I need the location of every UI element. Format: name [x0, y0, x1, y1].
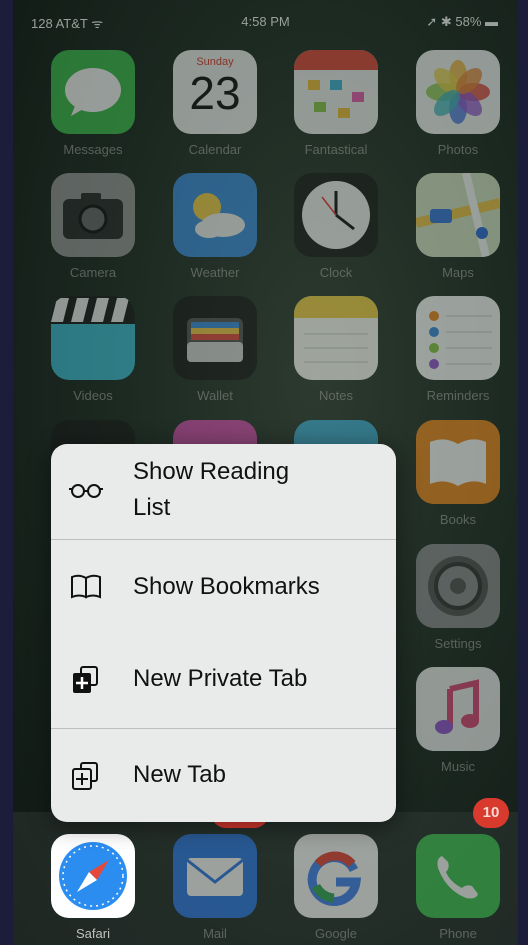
reminders-label: Reminders	[426, 388, 490, 403]
reading-list-label-line2: List	[133, 494, 171, 521]
messages-icon	[65, 68, 121, 116]
phone-icon	[437, 856, 478, 899]
mail-label: Mail	[203, 926, 227, 941]
new-tab-label: New Tab	[133, 761, 226, 788]
weather-app-icon[interactable]	[173, 173, 257, 257]
photos-app-icon[interactable]	[416, 50, 500, 134]
music-app-icon[interactable]	[416, 667, 500, 751]
fantastical-app-icon[interactable]	[294, 50, 378, 134]
device-frame: 128 AT&T ᯤ 4:58 PM ➚ ✱ 58% ▬ Messages Su…	[0, 0, 528, 945]
calendar-label: Calendar	[188, 142, 242, 157]
safari-label: Safari	[76, 926, 110, 941]
maps-icon	[416, 173, 500, 257]
fantastical-icon	[294, 50, 378, 118]
reading-list-label-line1: Show Reading	[133, 458, 290, 485]
videos-label: Videos	[73, 388, 113, 403]
notes-app-icon[interactable]	[294, 296, 378, 380]
safari-icon	[59, 842, 127, 910]
wallet-icon	[187, 318, 243, 362]
books-label: Books	[439, 512, 477, 527]
private-tab-icon	[73, 666, 98, 693]
fantastical-label: Fantastical	[304, 142, 368, 157]
private-tab-label: New Private Tab	[133, 665, 308, 692]
videos-app-icon[interactable]	[51, 296, 135, 380]
notes-label: Notes	[319, 388, 353, 403]
weather-label: Weather	[190, 265, 240, 280]
new-private-tab-action[interactable]: New Private Tab	[51, 634, 396, 728]
clock-label: Clock	[319, 265, 353, 280]
new-tab-action[interactable]: New Tab	[51, 729, 396, 822]
camera-app-icon[interactable]	[51, 173, 135, 257]
photos-icon	[426, 60, 490, 124]
videos-icon	[51, 296, 135, 324]
wallet-app-icon[interactable]	[173, 296, 257, 380]
settings-app-icon[interactable]	[416, 544, 500, 628]
clock-icon	[302, 181, 370, 249]
book-icon	[71, 574, 101, 599]
mail-icon	[186, 858, 244, 896]
reading-glasses-icon	[69, 484, 103, 498]
reminders-icon	[429, 311, 492, 369]
clock-app-icon[interactable]	[294, 173, 378, 257]
show-bookmarks-action[interactable]: Show Bookmarks	[51, 540, 396, 634]
show-reading-list-action[interactable]: Show Reading List	[51, 444, 396, 539]
google-label: Google	[315, 926, 357, 941]
wallet-label: Wallet	[197, 388, 233, 403]
safari-quick-actions-menu: Show Reading List Show Bookmarks New Pri…	[51, 444, 396, 822]
music-icon	[435, 679, 479, 734]
google-app-icon[interactable]	[294, 834, 378, 918]
new-tab-icon	[72, 762, 98, 790]
phone-app-icon[interactable]	[416, 834, 500, 918]
messages-app-icon[interactable]	[51, 50, 135, 134]
calendar-day-number: 23	[189, 67, 241, 119]
maps-app-icon[interactable]	[416, 173, 500, 257]
books-app-icon[interactable]	[416, 420, 500, 504]
phone-badge: 10	[473, 798, 509, 828]
notes-icon	[294, 296, 378, 363]
battery-indicator: ➚ ✱ 58% ▬	[426, 14, 498, 29]
messages-label: Messages	[63, 142, 123, 157]
bookmarks-label: Show Bookmarks	[133, 573, 320, 600]
photos-label: Photos	[437, 142, 479, 157]
reminders-app-icon[interactable]	[416, 296, 500, 380]
mail-app-icon[interactable]	[173, 834, 257, 918]
google-icon	[307, 851, 362, 906]
maps-label: Maps	[442, 265, 474, 280]
dock: Safari Mail Google Phone 630 10	[13, 798, 518, 945]
books-icon	[430, 439, 486, 486]
settings-label: Settings	[434, 636, 482, 651]
camera-label: Camera	[69, 265, 117, 280]
weather-icon	[193, 193, 245, 238]
phone-label: Phone	[439, 926, 477, 941]
status-bar: 128 AT&T ᯤ 4:58 PM ➚ ✱ 58% ▬	[13, 0, 518, 40]
settings-icon	[428, 556, 488, 616]
music-label: Music	[441, 759, 475, 774]
safari-app-icon[interactable]	[51, 834, 135, 918]
camera-icon	[63, 193, 123, 239]
calendar-app-icon[interactable]: Sunday 23	[173, 50, 257, 134]
